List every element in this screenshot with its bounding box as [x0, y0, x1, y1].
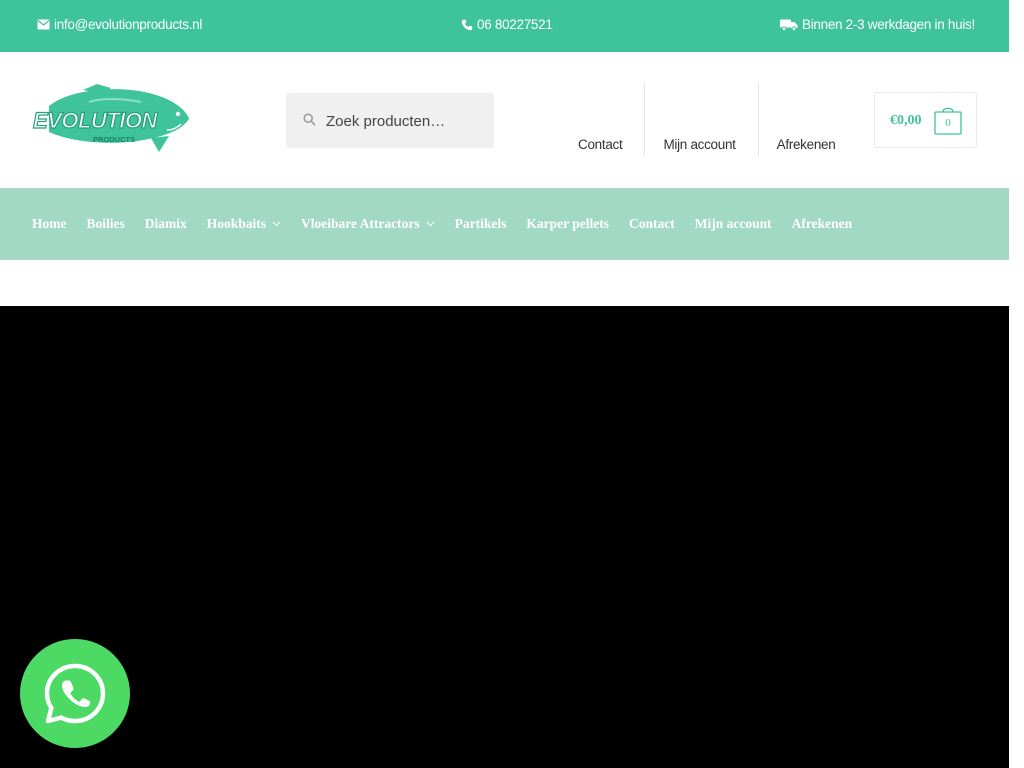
hero-banner: [0, 306, 1009, 768]
whatsapp-button[interactable]: [20, 639, 130, 748]
cart-count: 0: [945, 117, 951, 129]
header-nav-contact[interactable]: Contact: [560, 82, 644, 156]
nav-label: Mijn account: [694, 216, 772, 231]
nav-label: Afrekenen: [791, 216, 853, 231]
header-nav-mijn-account[interactable]: Mijn account: [645, 82, 757, 156]
whatsapp-icon: [44, 663, 106, 723]
top-info-bar: info@evolutionproducts.nl 06 80227521 Bi…: [0, 0, 1009, 52]
nav-diamix[interactable]: Diamix: [145, 216, 187, 232]
nav-label: Partikels: [454, 216, 507, 231]
nav-label: Diamix: [144, 216, 187, 231]
chevron-down-icon: [426, 221, 434, 227]
nav-label: Boilies: [86, 216, 125, 231]
header-nav-afrekenen[interactable]: Afrekenen: [759, 82, 836, 156]
search-icon[interactable]: [303, 113, 316, 126]
logo-text: EVOLUTION: [33, 108, 158, 133]
chevron-down-icon: [272, 221, 281, 227]
nav-boilies[interactable]: Boilies: [87, 216, 125, 232]
logo-subtext: PRODUCTS: [93, 135, 135, 144]
nav-contact[interactable]: Contact: [629, 216, 675, 232]
nav-label: Hookbaits: [206, 216, 267, 231]
phone-icon: [461, 19, 473, 30]
email-link[interactable]: info@evolutionproducts.nl: [37, 17, 202, 32]
product-search: [286, 93, 494, 148]
nav-mijn-account[interactable]: Mijn account: [695, 216, 772, 232]
cart-button[interactable]: €0,00 0: [874, 92, 977, 148]
nav-label: Vloeibare Attractors: [301, 216, 420, 231]
nav-afrekenen[interactable]: Afrekenen: [792, 216, 853, 232]
scrollbar[interactable]: [1009, 0, 1024, 768]
nav-partikels[interactable]: Partikels: [455, 216, 507, 232]
nav-label: Home: [32, 216, 67, 231]
envelope-icon: [37, 19, 50, 30]
nav-label: Karper pellets: [526, 216, 609, 231]
nav-karper-pellets[interactable]: Karper pellets: [526, 216, 609, 232]
header-nav: Contact Mijn account Afrekenen: [560, 82, 836, 156]
search-input[interactable]: [326, 107, 486, 135]
nav-home[interactable]: Home: [32, 216, 67, 232]
phone-text: 06 80227521: [477, 17, 553, 32]
nav-hookbaits[interactable]: Hookbaits: [207, 216, 281, 232]
truck-icon: [780, 19, 798, 31]
nav-vloeibare-attractors[interactable]: Vloeibare Attractors: [301, 216, 435, 232]
evolution-products-logo[interactable]: EVOLUTION PRODUCTS: [31, 84, 191, 154]
delivery-info: Binnen 2-3 werkdagen in huis!: [780, 17, 975, 32]
spacer-strip: [0, 260, 1009, 306]
site-header: EVOLUTION PRODUCTS Contact Mijn account …: [0, 52, 1009, 188]
phone-link[interactable]: 06 80227521: [461, 17, 553, 32]
delivery-text: Binnen 2-3 werkdagen in huis!: [802, 17, 975, 32]
email-text: info@evolutionproducts.nl: [54, 17, 203, 32]
cart-amount: €0,00: [890, 113, 922, 128]
main-navigation: Home Boilies Diamix Hookbaits Vloeibare …: [0, 188, 1009, 260]
nav-label: Contact: [629, 216, 675, 231]
